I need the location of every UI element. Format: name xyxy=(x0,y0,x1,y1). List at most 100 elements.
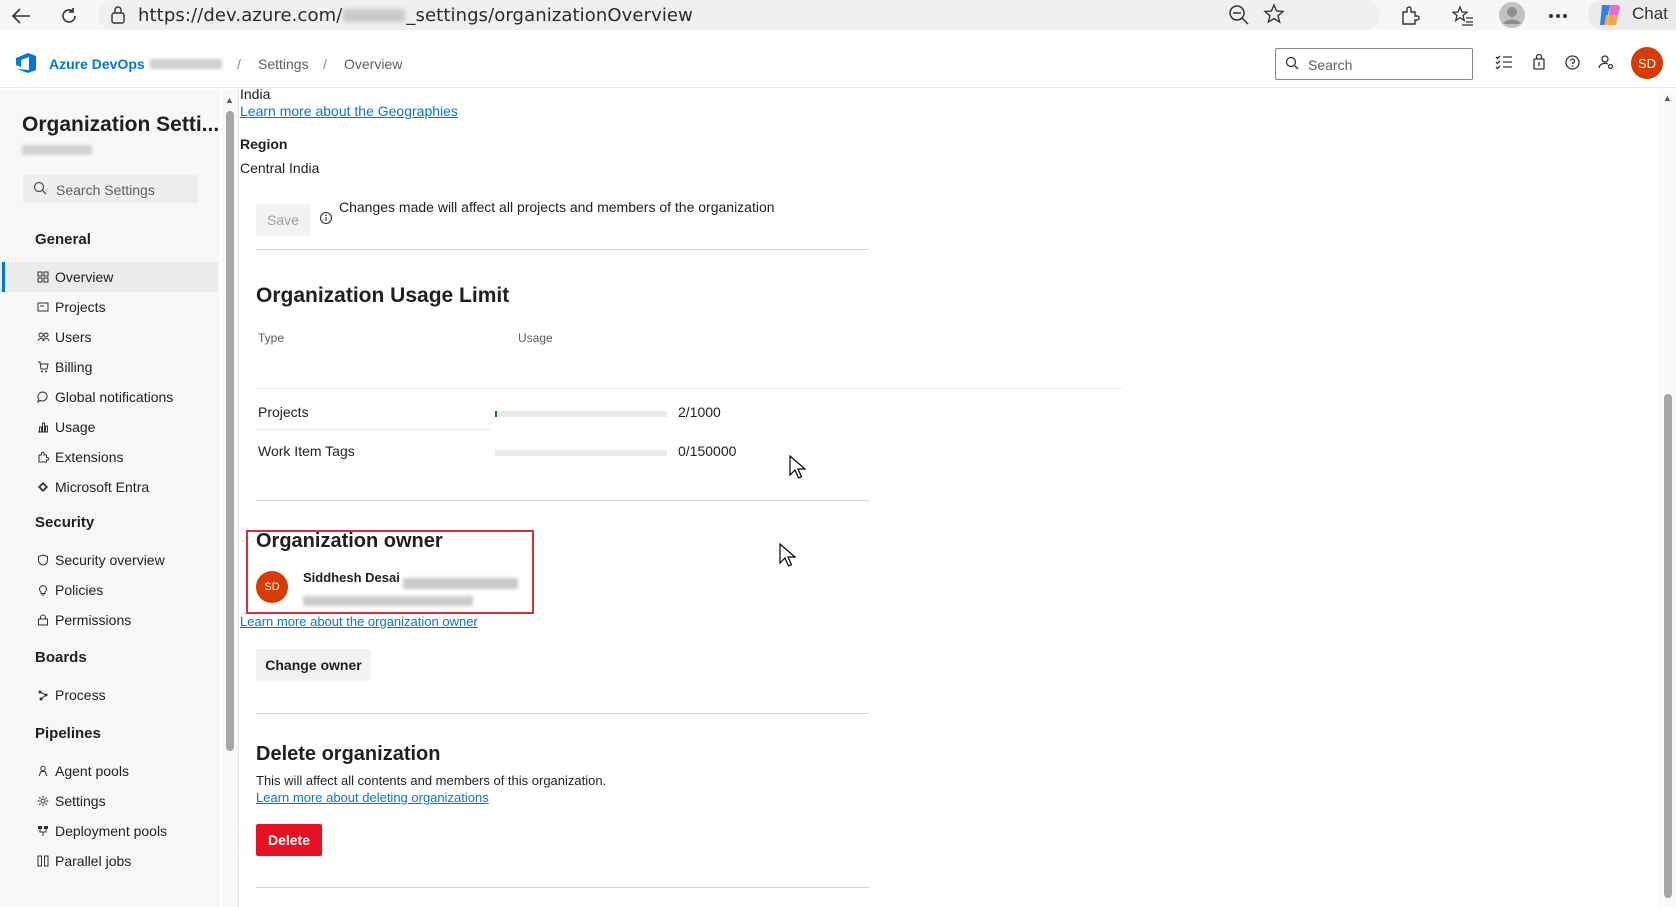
users-icon xyxy=(36,330,50,344)
grid-icon xyxy=(36,270,50,284)
process-icon xyxy=(36,688,50,702)
sidebar-item-projects[interactable]: Projects xyxy=(0,292,218,322)
refresh-icon[interactable] xyxy=(56,3,82,29)
delete-org-title: Delete organization xyxy=(256,743,441,765)
brand-name[interactable]: Azure DevOps xyxy=(49,56,145,72)
redacted-org-name xyxy=(343,9,406,22)
owner-title: Organization owner xyxy=(256,530,443,552)
section-divider xyxy=(256,249,869,250)
chat-label[interactable]: Chat xyxy=(1632,4,1668,24)
column-header-usage: Usage xyxy=(518,331,553,345)
sidebar-title: Organization Setti... xyxy=(22,113,220,136)
owner-avatar: SD xyxy=(256,571,288,603)
copilot-icon[interactable] xyxy=(1596,1,1624,34)
search-input[interactable]: Search xyxy=(1275,48,1473,80)
section-divider xyxy=(256,500,869,501)
settings-sidebar: Organization Setti... Search Settings Ge… xyxy=(0,89,220,907)
checklist-icon[interactable] xyxy=(1493,51,1515,73)
profile-icon[interactable] xyxy=(1498,1,1526,29)
section-divider xyxy=(256,887,869,888)
redacted-owner-email xyxy=(403,578,518,589)
browser-toolbar: https://dev.azure.com/_settings/organiza… xyxy=(0,0,1676,30)
search-icon xyxy=(1285,56,1299,75)
redacted-org-name[interactable] xyxy=(150,59,222,69)
main-scrollbar[interactable]: ▲ xyxy=(1659,89,1676,907)
sidebar-item-security-overview[interactable]: Security overview xyxy=(0,545,218,575)
cart-icon xyxy=(36,360,50,374)
main-content: India Learn more about the Geographies R… xyxy=(239,86,1659,907)
geography-value: India xyxy=(240,86,271,102)
sidebar-item-users[interactable]: Users xyxy=(0,322,218,352)
settings-search-placeholder: Search Settings xyxy=(56,182,155,198)
favorites-list-icon[interactable] xyxy=(1450,3,1476,29)
delete-button[interactable]: Delete xyxy=(256,824,322,856)
puzzle-icon xyxy=(36,450,50,464)
projects-icon xyxy=(36,300,50,314)
app-header: Azure DevOps / Settings / Overview Searc… xyxy=(0,38,1676,88)
save-button[interactable]: Save xyxy=(256,204,310,236)
usage-progress-bar xyxy=(495,450,667,456)
scroll-up-arrow-icon[interactable]: ▲ xyxy=(225,95,234,105)
section-general: General xyxy=(35,231,91,248)
zoom-out-icon[interactable] xyxy=(1228,4,1250,31)
breadcrumb-settings[interactable]: Settings xyxy=(258,56,309,72)
sidebar-item-extensions[interactable]: Extensions xyxy=(0,442,218,472)
usage-progress-bar xyxy=(495,411,667,417)
help-icon[interactable] xyxy=(1561,51,1583,73)
favorite-star-icon[interactable] xyxy=(1263,3,1285,30)
usage-row-value: 2/1000 xyxy=(678,404,721,420)
shield-icon xyxy=(36,553,50,567)
geographies-learn-more-link[interactable]: Learn more about the Geographies xyxy=(240,103,458,119)
change-owner-button[interactable]: Change owner xyxy=(256,649,371,681)
azure-devops-logo-icon[interactable] xyxy=(14,52,38,74)
settings-search-input[interactable]: Search Settings xyxy=(23,175,198,203)
marketplace-bag-icon[interactable] xyxy=(1528,51,1550,73)
owner-name: Siddhesh Desai xyxy=(303,570,400,585)
sidebar-item-microsoft-entra[interactable]: Microsoft Entra xyxy=(0,472,218,502)
sidebar-item-usage[interactable]: Usage xyxy=(0,412,218,442)
usage-limit-title: Organization Usage Limit xyxy=(256,284,510,307)
address-bar[interactable]: https://dev.azure.com/_settings/organiza… xyxy=(98,0,1380,30)
region-label: Region xyxy=(240,136,288,152)
gear-icon xyxy=(36,794,50,808)
scroll-up-arrow-icon[interactable]: ▲ xyxy=(1663,93,1672,103)
back-arrow-icon[interactable] xyxy=(8,3,34,29)
redacted-owner-email-2 xyxy=(303,596,473,606)
main-scroll-thumb[interactable] xyxy=(1664,394,1672,898)
sidebar-item-pipeline-settings[interactable]: Settings xyxy=(0,786,218,816)
breadcrumb-overview[interactable]: Overview xyxy=(344,56,402,72)
section-boards: Boards xyxy=(35,649,87,666)
user-settings-icon[interactable] xyxy=(1595,51,1617,73)
sidebar-item-overview[interactable]: Overview xyxy=(0,262,218,292)
sidebar-item-parallel-jobs[interactable]: Parallel jobs xyxy=(0,846,218,876)
sidebar-item-permissions[interactable]: Permissions xyxy=(0,605,218,635)
section-security: Security xyxy=(35,514,95,531)
diamond-icon xyxy=(36,480,50,494)
sidebar-item-global-notifications[interactable]: Global notifications xyxy=(0,382,218,412)
chat-bubble-icon xyxy=(36,390,50,404)
user-avatar[interactable]: SD xyxy=(1631,47,1663,79)
column-header-type: Type xyxy=(258,331,285,345)
search-placeholder: Search xyxy=(1308,57,1353,73)
section-divider xyxy=(256,713,869,714)
sidebar-item-process[interactable]: Process xyxy=(0,680,218,710)
sidebar-scrollbar[interactable]: ▲ xyxy=(222,89,238,907)
owner-learn-more-link[interactable]: Learn more about the organization owner xyxy=(240,614,478,629)
more-options-icon[interactable] xyxy=(1545,3,1571,29)
mouse-cursor-icon xyxy=(779,542,797,569)
sidebar-item-billing[interactable]: Billing xyxy=(0,352,218,382)
section-pipelines: Pipelines xyxy=(35,725,101,742)
sidebar-item-agent-pools[interactable]: Agent pools xyxy=(0,756,218,786)
site-info-icon[interactable] xyxy=(110,6,126,29)
sidebar-item-deployment-pools[interactable]: Deployment pools xyxy=(0,816,218,846)
deployment-icon xyxy=(36,824,50,838)
redacted-org-subtitle xyxy=(22,145,92,155)
sidebar-scroll-thumb[interactable] xyxy=(226,111,234,751)
usage-row-value: 0/150000 xyxy=(678,443,737,459)
url-text: https://dev.azure.com/_settings/organiza… xyxy=(138,5,693,26)
usage-progress-fill xyxy=(495,411,497,417)
sidebar-item-policies[interactable]: Policies xyxy=(0,575,218,605)
extensions-puzzle-icon[interactable] xyxy=(1397,3,1423,29)
save-info-text: Changes made will affect all projects an… xyxy=(339,199,775,215)
delete-learn-more-link[interactable]: Learn more about deleting organizations xyxy=(256,790,489,805)
